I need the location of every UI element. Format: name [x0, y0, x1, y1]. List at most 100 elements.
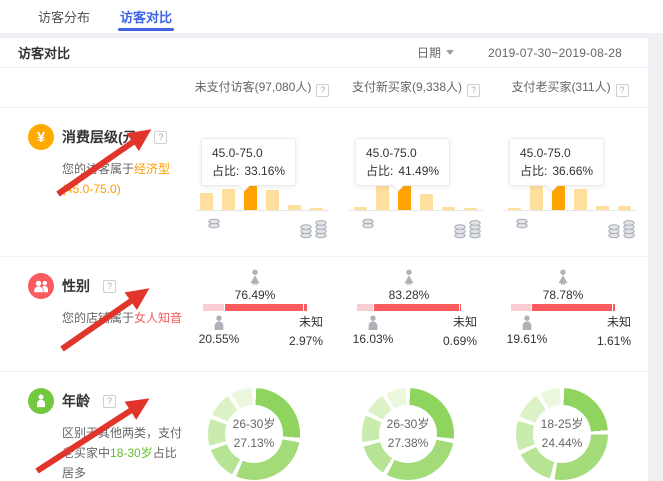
unknown-percent-block: 未知 2.97% — [289, 313, 323, 351]
column-header-text: 支付新买家(9,338人) — [352, 80, 462, 94]
yen-coin-icon: ¥ — [28, 124, 54, 150]
unknown-percent: 2.97% — [289, 332, 323, 351]
gender-stacked-bar[interactable] — [203, 304, 307, 311]
donut-center-label: 26-30岁 27.38% — [362, 388, 454, 480]
unknown-label: 未知 — [289, 313, 323, 332]
tooltip-label: 占比: — [212, 162, 239, 180]
chevron-down-icon — [446, 50, 454, 55]
coins-large-icon — [453, 218, 483, 239]
coins-large-icon — [299, 218, 329, 239]
tooltip-label: 占比: — [520, 162, 547, 180]
age-label-col: 年龄 ? 区别于其他两类，支付老买家中18-30岁占比居多 — [0, 372, 185, 481]
coins-small-icon — [361, 218, 375, 229]
desc-text: 您的店铺属于 — [62, 311, 134, 325]
male-icon — [365, 315, 381, 331]
consumption-chart-new-buyers[interactable]: 45.0-75.0 占比:41.49% — [339, 108, 493, 256]
tooltip-value: 36.66% — [552, 162, 593, 180]
tooltip-range: 45.0-75.0 — [212, 144, 285, 162]
female-percent: 78.78% — [511, 288, 615, 302]
row-age: 年龄 ? 区别于其他两类，支付老买家中18-30岁占比居多 26-30岁 27.… — [0, 372, 648, 481]
column-header-repeat-buyers: 支付老买家(311人)? — [493, 78, 647, 97]
tab-visitor-compare-label: 访客对比 — [120, 7, 172, 26]
tab-visitor-distribution[interactable]: 访客分布 — [38, 0, 90, 33]
donut-age-range: 18-25岁 — [541, 415, 584, 434]
male-percent: 19.61% — [499, 332, 555, 346]
tooltip-value: 33.16% — [244, 162, 285, 180]
donut-center-label: 26-30岁 27.13% — [208, 388, 300, 480]
age-donut-chart[interactable]: 18-25岁 24.44% — [516, 388, 608, 480]
donut-age-range: 26-30岁 — [387, 415, 430, 434]
age-chart-repeat-buyers[interactable]: 18-25岁 24.44% — [493, 372, 647, 481]
chart-tooltip: 45.0-75.0 占比:41.49% — [355, 138, 450, 186]
axis-coin-icons — [503, 218, 637, 239]
desc-highlight: 女人知音 — [134, 311, 182, 325]
unknown-percent-block: 未知 0.69% — [443, 313, 477, 351]
age-donut-chart[interactable]: 26-30岁 27.38% — [362, 388, 454, 480]
gender-couple-icon — [28, 273, 54, 299]
tab-visitor-compare[interactable]: 访客对比 — [120, 0, 172, 33]
gender-label-col: 性别 ? 您的店铺属于女人知音 — [0, 257, 185, 371]
visitor-compare-panel: 访客对比 日期 2019-07-30~2019-08-28 未支付访客(97,0… — [0, 38, 648, 481]
age-donut-chart[interactable]: 26-30岁 27.13% — [208, 388, 300, 480]
age-chart-unpaid[interactable]: 26-30岁 27.13% — [185, 372, 339, 481]
help-icon[interactable]: ? — [316, 84, 329, 97]
female-icon — [401, 269, 417, 285]
female-percent: 83.28% — [357, 288, 461, 302]
row-title-gender: 性别 — [62, 276, 90, 296]
tooltip-range: 45.0-75.0 — [520, 144, 593, 162]
help-icon[interactable]: ? — [616, 84, 629, 97]
donut-age-percent: 27.38% — [388, 434, 429, 453]
yen-glyph: ¥ — [37, 129, 45, 146]
help-icon[interactable]: ? — [467, 84, 480, 97]
help-icon[interactable]: ? — [154, 131, 167, 144]
donut-center-label: 18-25岁 24.44% — [516, 388, 608, 480]
row-title-age: 年龄 — [62, 391, 90, 411]
date-dropdown-label: 日期 — [417, 44, 441, 61]
row-consumption-level: ¥ 消费层级(元) ? 您的访客属于经济型(45.0-75.0) 45.0-75… — [0, 108, 648, 257]
chart-axis — [503, 210, 637, 211]
donut-age-percent: 24.44% — [542, 434, 583, 453]
coins-large-icon — [607, 218, 637, 239]
column-header-new-buyers: 支付新买家(9,338人)? — [339, 78, 493, 97]
gender-chart-repeat-buyers[interactable]: 78.78% 19.61% 未知 1.61% — [493, 257, 647, 371]
row-gender: 性别 ? 您的店铺属于女人知音 76.49% 20.55% 未知 2.97% — [0, 257, 648, 372]
gender-stacked-bar[interactable] — [511, 304, 615, 311]
female-percent: 76.49% — [203, 288, 307, 302]
help-icon[interactable]: ? — [103, 280, 116, 293]
donut-age-percent: 27.13% — [234, 434, 275, 453]
unknown-label: 未知 — [443, 313, 477, 332]
desc-highlight: 18-30岁 — [110, 446, 153, 460]
desc-text: 您的访客属于 — [62, 162, 134, 176]
age-description: 区别于其他两类，支付老买家中18-30岁占比居多 — [62, 423, 184, 481]
consumption-description: 您的访客属于经济型(45.0-75.0) — [62, 159, 184, 199]
date-dropdown[interactable]: 日期 2019-07-30~2019-08-28 — [417, 44, 622, 61]
age-chart-new-buyers[interactable]: 26-30岁 27.38% — [339, 372, 493, 481]
male-icon — [211, 315, 227, 331]
consumption-chart-unpaid[interactable]: 45.0-75.0 占比: 33.16% — [185, 108, 339, 256]
female-icon — [555, 269, 571, 285]
consumption-label-col: ¥ 消费层级(元) ? 您的访客属于经济型(45.0-75.0) — [0, 108, 185, 256]
date-range-value[interactable]: 2019-07-30~2019-08-28 — [488, 46, 622, 60]
help-icon[interactable]: ? — [103, 395, 116, 408]
axis-coin-icons — [195, 218, 329, 239]
panel-header: 访客对比 日期 2019-07-30~2019-08-28 — [0, 38, 648, 68]
gender-description: 您的店铺属于女人知音 — [62, 308, 184, 328]
male-icon — [519, 315, 535, 331]
page: 访客分布 访客对比 访客对比 日期 2019-07-30~2019-08-28 … — [0, 0, 663, 481]
person-icon — [28, 388, 54, 414]
donut-age-range: 26-30岁 — [233, 415, 276, 434]
coins-small-icon — [207, 218, 221, 229]
male-percent: 16.03% — [345, 332, 401, 346]
gender-chart-new-buyers[interactable]: 83.28% 16.03% 未知 0.69% — [339, 257, 493, 371]
chart-tooltip: 45.0-75.0 占比: 33.16% — [201, 138, 296, 186]
column-header-unpaid-visitors: 未支付访客(97,080人)? — [185, 78, 339, 97]
column-headers: 未支付访客(97,080人)? 支付新买家(9,338人)? 支付老买家(311… — [0, 68, 648, 108]
gender-stacked-bar[interactable] — [357, 304, 461, 311]
male-percent: 20.55% — [191, 332, 247, 346]
consumption-chart-repeat-buyers[interactable]: 45.0-75.0 占比: 36.66% — [493, 108, 647, 256]
chart-axis — [195, 210, 329, 211]
column-header-text: 支付老买家(311人) — [511, 80, 610, 94]
gender-chart-unpaid[interactable]: 76.49% 20.55% 未知 2.97% — [185, 257, 339, 371]
unknown-percent-block: 未知 1.61% — [597, 313, 631, 351]
female-icon — [247, 269, 263, 285]
